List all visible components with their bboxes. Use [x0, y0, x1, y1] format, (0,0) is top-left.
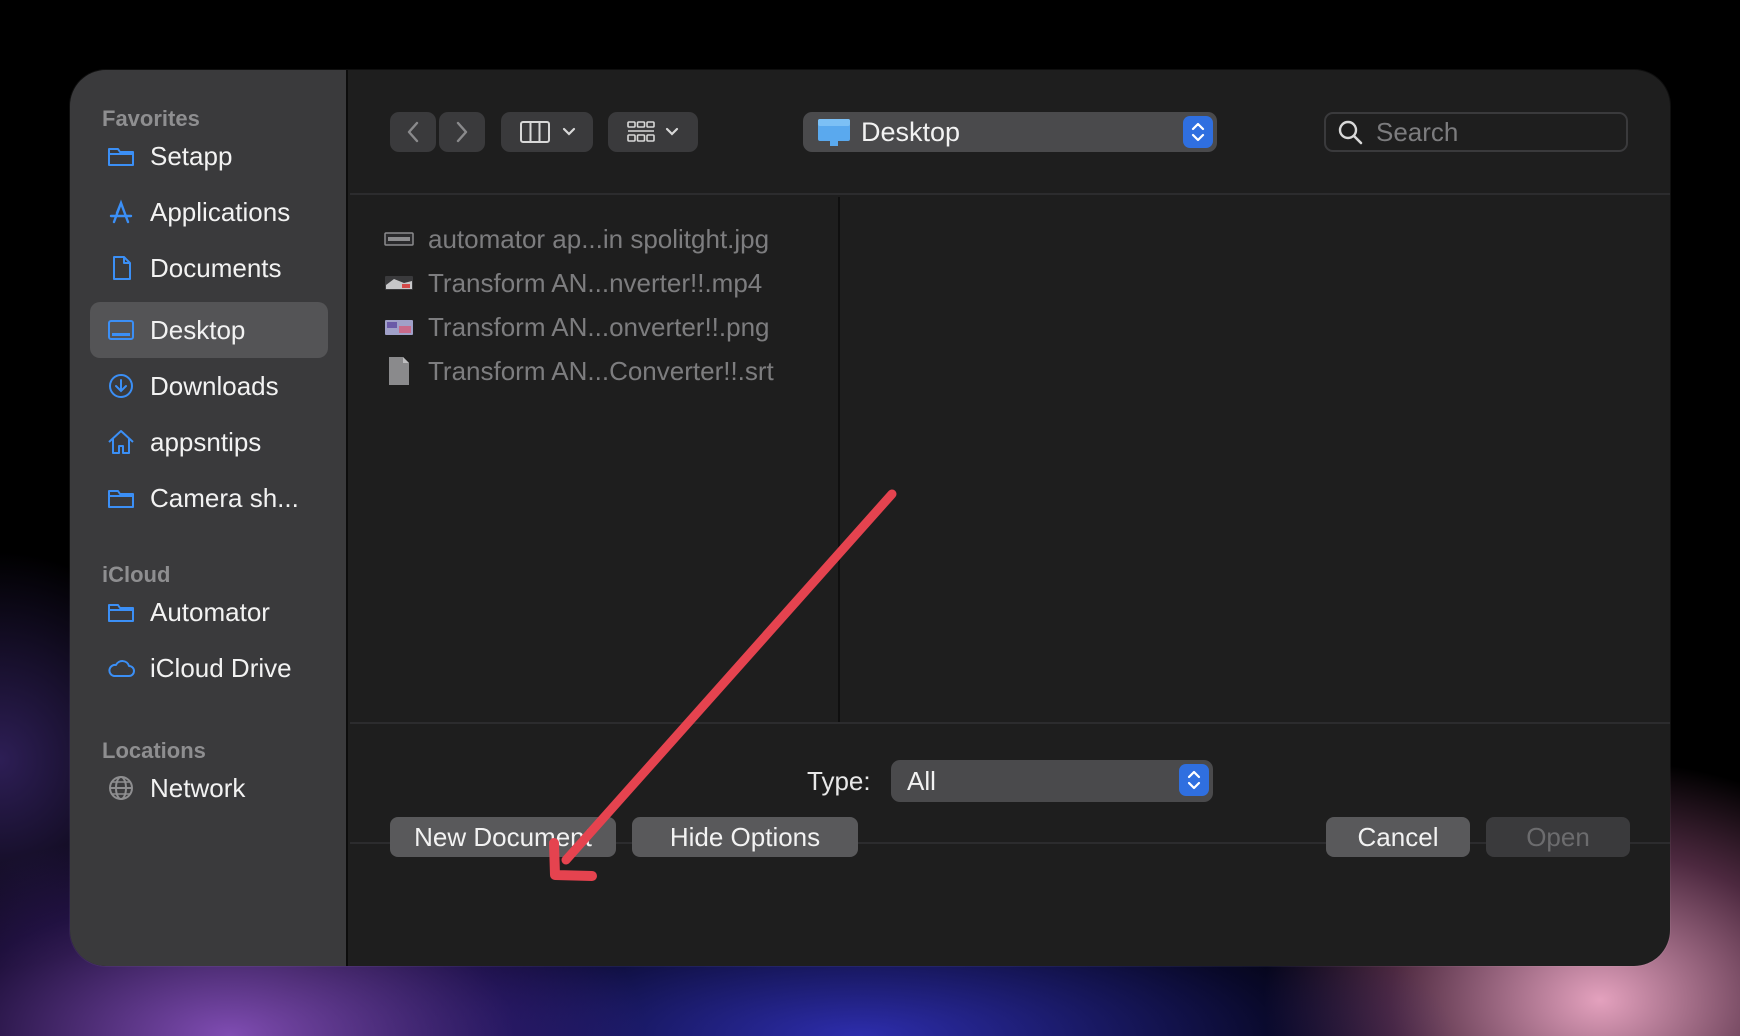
file-name: Transform AN...Converter!!.srt	[428, 355, 774, 386]
cancel-button[interactable]: Cancel	[1326, 817, 1470, 857]
file-row[interactable]: Transform AN...nverter!!.mp4	[384, 263, 762, 303]
sidebar-item-label: Setapp	[150, 140, 233, 171]
toolbar: Desktop	[350, 70, 1670, 195]
sidebar-item-label: Applications	[150, 196, 291, 227]
sidebar-item-desktop[interactable]: Desktop	[90, 302, 328, 358]
chevron-down-icon	[562, 127, 576, 136]
search-input[interactable]	[1376, 116, 1606, 148]
image-file-icon	[384, 224, 414, 254]
applications-icon	[106, 197, 136, 227]
desktop-folder-icon	[818, 119, 850, 146]
type-label: Type:	[807, 766, 871, 796]
sidebar-item-label: iCloud Drive	[150, 652, 292, 683]
sidebar-item-icloud-drive[interactable]: iCloud Drive	[90, 640, 328, 696]
back-button[interactable]	[390, 112, 436, 152]
file-row[interactable]: Transform AN...onverter!!.png	[384, 307, 770, 347]
type-value: All	[907, 765, 936, 796]
desktop-icon	[106, 315, 136, 345]
sidebar-item-label: Network	[150, 772, 246, 803]
cloud-icon	[106, 653, 136, 683]
new-document-button[interactable]: New Document	[390, 817, 616, 857]
sidebar-item-downloads[interactable]: Downloads	[90, 358, 328, 414]
sidebar-item-setapp[interactable]: Setapp	[90, 128, 328, 184]
folder-icon	[106, 597, 136, 627]
location-popup[interactable]: Desktop	[803, 112, 1217, 152]
sidebar-item-appsntips[interactable]: appsntips	[90, 414, 328, 470]
search-field[interactable]	[1324, 112, 1628, 152]
grid-icon	[627, 121, 655, 142]
text-file-icon	[384, 356, 414, 386]
file-row[interactable]: Transform AN...Converter!!.srt	[384, 351, 774, 391]
folder-icon	[106, 141, 136, 171]
home-icon	[106, 427, 136, 457]
sidebar-item-applications[interactable]: Applications	[90, 184, 328, 240]
sidebar-item-automator[interactable]: Automator	[90, 584, 328, 640]
updown-chevron-icon	[1183, 116, 1213, 148]
forward-button[interactable]	[439, 112, 485, 152]
open-button[interactable]: Open	[1486, 817, 1630, 857]
file-name: automator ap...in spolitght.jpg	[428, 223, 770, 254]
video-file-icon	[384, 268, 414, 298]
updown-chevron-icon	[1179, 764, 1209, 796]
type-select[interactable]: All	[891, 760, 1213, 802]
folder-icon	[106, 483, 136, 513]
sidebar-item-documents[interactable]: Documents	[90, 240, 328, 296]
file-name: Transform AN...nverter!!.mp4	[428, 267, 763, 298]
columns-view-icon	[520, 121, 550, 143]
globe-icon	[106, 773, 136, 803]
file-name: Transform AN...onverter!!.png	[428, 311, 770, 342]
download-icon	[106, 371, 136, 401]
sidebar: Favorites Setapp Applications Documents …	[70, 70, 348, 966]
document-icon	[106, 253, 136, 283]
chevron-left-icon	[407, 121, 419, 143]
file-row[interactable]: automator ap...in spolitght.jpg	[384, 219, 769, 259]
chevron-right-icon	[456, 121, 468, 143]
file-browser: automator ap...in spolitght.jpg Transfor…	[350, 197, 1670, 722]
group-by-button[interactable]	[608, 112, 698, 152]
sidebar-item-label: Documents	[150, 252, 282, 283]
sidebar-item-label: Camera sh...	[150, 482, 299, 513]
sidebar-item-label: Downloads	[150, 370, 279, 401]
sidebar-item-label: Desktop	[150, 314, 246, 345]
hide-options-button[interactable]: Hide Options	[632, 817, 858, 857]
location-label: Desktop	[861, 116, 961, 147]
sidebar-item-label: appsntips	[150, 426, 262, 457]
chevron-down-icon	[665, 127, 679, 136]
sidebar-item-network[interactable]: Network	[90, 760, 328, 816]
sidebar-item-camera-shots[interactable]: Camera sh...	[90, 470, 328, 526]
image-file-icon	[384, 312, 414, 342]
file-column: automator ap...in spolitght.jpg Transfor…	[350, 197, 840, 722]
view-mode-button[interactable]	[501, 112, 593, 152]
search-icon	[1338, 120, 1363, 145]
sidebar-item-label: Automator	[150, 596, 270, 627]
